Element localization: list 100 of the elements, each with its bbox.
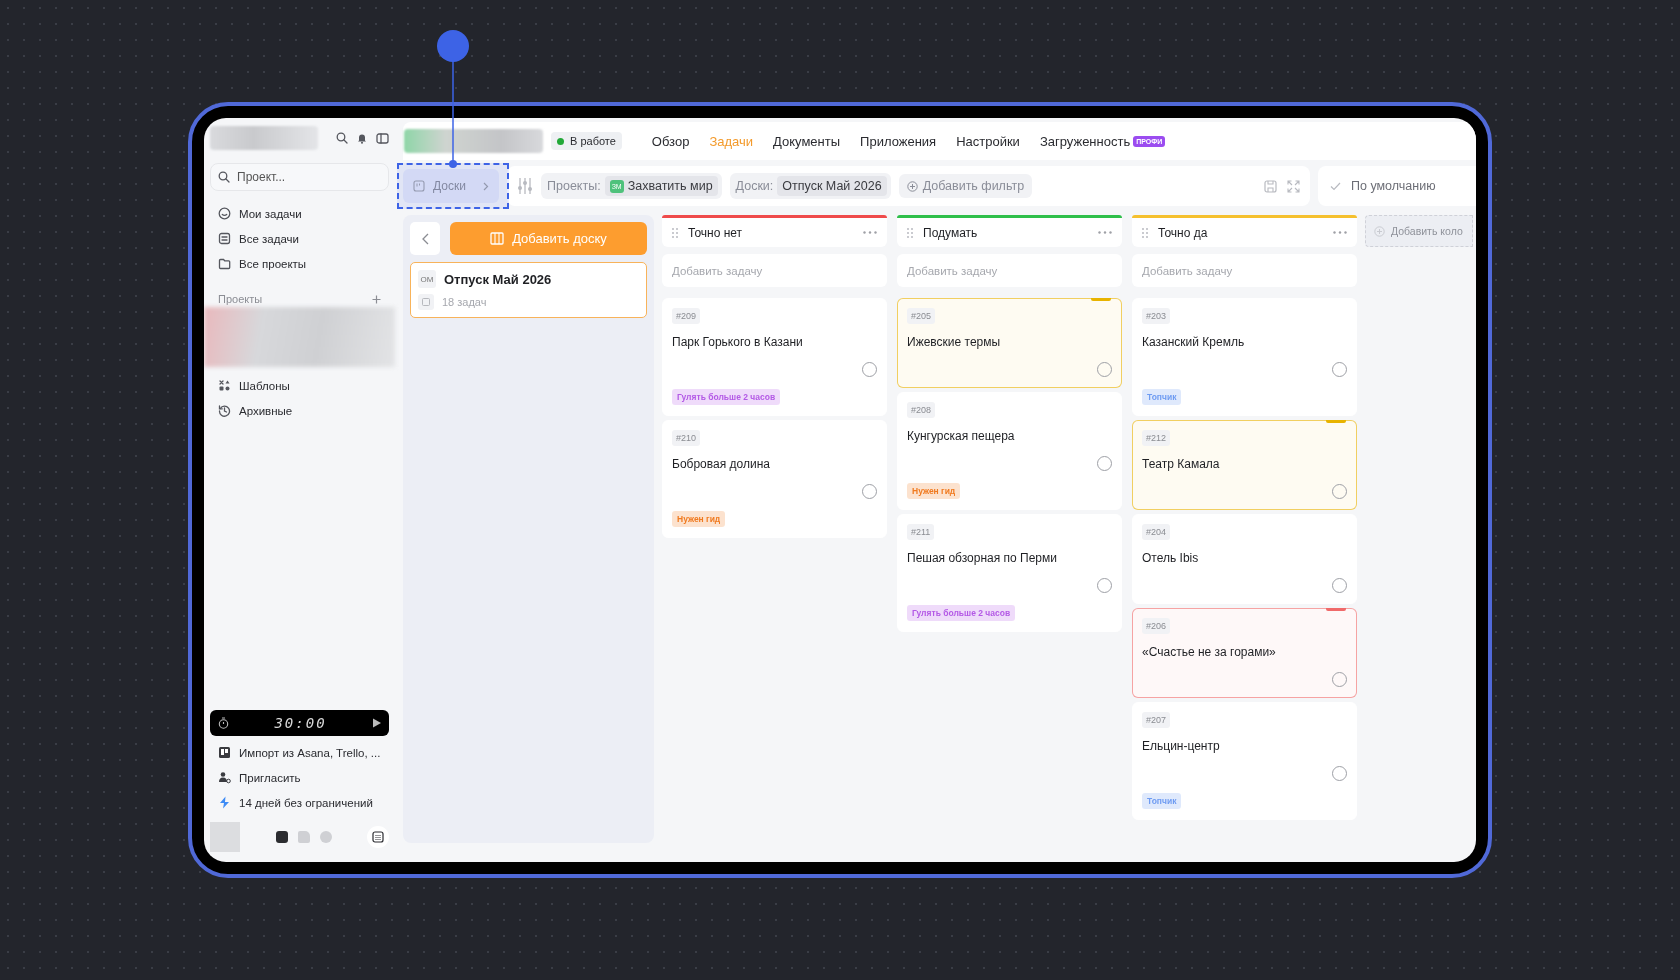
filter-chip[interactable]: Доски: Отпуск Май 2026 (729, 173, 891, 199)
check-icon (1330, 181, 1341, 191)
folder-icon (218, 257, 231, 270)
sidebar-item[interactable]: Все задачи (210, 226, 389, 251)
back-button[interactable] (410, 222, 440, 255)
stopwatch-icon (218, 717, 229, 729)
project-name: Захватить мир (627, 179, 713, 193)
shapes-icon (218, 379, 231, 392)
task-id: #208 (907, 402, 936, 418)
task-tag: Гулять больше 2 часов (907, 605, 1016, 621)
task-card[interactable]: #205 Ижевские термы (897, 298, 1122, 388)
board-icon (218, 746, 231, 759)
task-tag: Нужен гид (672, 511, 726, 527)
sidebar-item[interactable]: Пригласить (210, 765, 389, 790)
more-icon[interactable] (863, 231, 877, 234)
expand-icon[interactable] (1287, 179, 1300, 193)
section-heading: Проекты (218, 293, 263, 305)
column-title: Точно нет (688, 225, 743, 240)
board-icon (490, 232, 505, 245)
plus-circle-icon (1374, 225, 1385, 237)
drag-handle-icon[interactable] (907, 227, 913, 238)
task-id: #209 (672, 308, 701, 324)
save-icon[interactable] (1264, 179, 1277, 193)
tab[interactable]: Приложения (860, 133, 937, 149)
task-card[interactable]: #210 Бобровая долина Нужен гид (662, 420, 887, 538)
task-id: #210 (672, 430, 701, 446)
calendar-icon (372, 831, 384, 843)
sidebar-item[interactable]: Все проекты (210, 251, 389, 276)
board-card[interactable]: ОМ Отпуск Май 2026 18 задач (410, 262, 647, 318)
avatar-placeholder (210, 822, 240, 852)
drag-handle-icon[interactable] (1142, 227, 1148, 238)
chevron-right-icon (483, 181, 489, 191)
task-title: Ижевские термы (907, 334, 1001, 350)
task-card[interactable]: #209 Парк Горького в Казани Гулять больше 2 часов (662, 298, 887, 416)
timer-display: 30:00 (274, 715, 327, 731)
task-tag: Гулять больше 2 часов (672, 389, 781, 405)
tab[interactable]: Документы (773, 133, 841, 149)
checkbox-icon[interactable] (275, 831, 288, 843)
task-card[interactable]: #206 «Счастье не за горами» (1132, 608, 1357, 698)
task-id: #205 (907, 308, 936, 324)
add-task-field[interactable]: Добавить задачу (897, 254, 1122, 287)
task-id: #211 (907, 524, 935, 540)
sidebar-item[interactable]: Шаблоны (210, 373, 389, 398)
task-id: #203 (1142, 308, 1171, 324)
add-task-field[interactable]: Добавить задачу (662, 254, 887, 287)
task-title: Казанский Кремль (1142, 334, 1245, 350)
lightning-icon (218, 796, 231, 809)
view-selector[interactable]: По умолчанию (1318, 166, 1476, 206)
filter-label: Проекты: (547, 179, 601, 193)
drag-handle-icon[interactable] (672, 227, 678, 238)
task-card[interactable]: #212 Театр Камала (1132, 420, 1357, 510)
task-title: «Счастье не за горами» (1142, 644, 1276, 660)
task-id: #212 (1142, 430, 1171, 446)
filter-label: Доски: (735, 179, 774, 193)
board-name: Отпуск Май 2026 (444, 271, 552, 287)
task-card[interactable]: #208 Кунгурская пещера Нужен гид (897, 392, 1122, 510)
task-list-icon (218, 232, 231, 245)
sidebar-item[interactable]: Мои задачи (210, 201, 389, 226)
task-card[interactable]: #207 Ельцин-центр Топчик (1132, 702, 1357, 820)
search-icon[interactable] (336, 132, 348, 144)
task-id: #207 (1142, 712, 1171, 728)
tab[interactable]: Настройки (956, 133, 1020, 149)
task-title: Театр Камала (1142, 456, 1220, 472)
timer-bar[interactable]: 30:00 (210, 710, 389, 736)
sidebar-item[interactable]: Импорт из Asana, Trello, ... (210, 740, 389, 765)
history-icon (218, 404, 231, 417)
sliders-icon[interactable] (517, 177, 533, 195)
calendar-button[interactable] (367, 826, 389, 848)
task-title: Парк Горького в Казани (672, 334, 803, 350)
task-card[interactable]: #204 Отель Ibis (1132, 514, 1357, 604)
task-title: Бобровая долина (672, 456, 770, 472)
board-icon (418, 294, 434, 310)
board-icon (413, 180, 425, 192)
task-card[interactable]: #203 Казанский Кремль Топчик (1132, 298, 1357, 416)
task-card[interactable]: #211 Пешая обзорная по Перми Гулять больше 2 часов (897, 514, 1122, 632)
more-icon[interactable] (1333, 231, 1347, 234)
sidebar-item[interactable]: Архивные (210, 398, 389, 423)
task-tag: Нужен гид (907, 483, 961, 499)
play-icon[interactable] (372, 718, 381, 728)
task-title: Кунгурская пещера (907, 428, 1015, 444)
add-task-field[interactable]: Добавить задачу (1132, 254, 1357, 287)
chevron-left-icon (421, 232, 429, 245)
smiley-icon (218, 207, 231, 220)
search-field[interactable]: Проект... (210, 163, 389, 191)
board-avatar: ОМ (418, 270, 436, 288)
task-id: #204 (1142, 524, 1171, 540)
tab[interactable]: Обзор (651, 133, 690, 149)
plus-icon[interactable] (372, 294, 381, 304)
status-label: В работе (570, 135, 616, 147)
column-title: Подумать (923, 225, 978, 240)
document-icon[interactable] (297, 831, 310, 843)
sidebar-toggle-icon[interactable] (376, 132, 389, 144)
plus-circle-icon (906, 180, 918, 192)
more-icon[interactable] (1098, 231, 1112, 234)
sidebar-item[interactable]: 14 дней без ограничений (210, 790, 389, 815)
task-title: Пешая обзорная по Перми (907, 550, 1057, 566)
filter-value[interactable]: Отпуск Май 2026 (777, 176, 887, 196)
task-tag: Топчик (1142, 389, 1182, 405)
bell-icon[interactable] (356, 132, 368, 144)
task-title: Ельцин-центр (1142, 738, 1220, 754)
